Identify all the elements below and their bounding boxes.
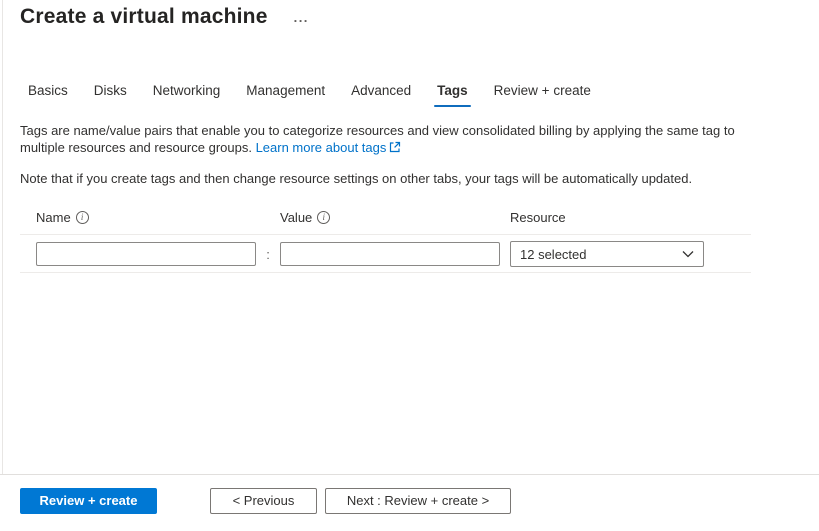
- tags-table: Name i Value i Resource : 12 selected: [0, 210, 819, 273]
- tab-basics[interactable]: Basics: [25, 83, 71, 107]
- tab-advanced[interactable]: Advanced: [348, 83, 414, 107]
- name-column-label: Name: [36, 210, 71, 225]
- tab-review-create[interactable]: Review + create: [491, 83, 594, 107]
- review-create-button[interactable]: Review + create: [20, 488, 157, 514]
- more-options-button[interactable]: ...: [294, 13, 309, 23]
- footer-bar: Review + create < Previous Next : Review…: [0, 474, 819, 531]
- column-header-name: Name i: [36, 210, 256, 225]
- resource-dropdown[interactable]: 12 selected: [510, 241, 704, 267]
- panel-left-border: [2, 0, 3, 474]
- value-column-label: Value: [280, 210, 312, 225]
- resource-dropdown-value: 12 selected: [520, 247, 587, 262]
- tag-row: : 12 selected: [36, 235, 819, 272]
- tag-name-input[interactable]: [36, 242, 256, 266]
- column-header-resource: Resource: [510, 210, 704, 225]
- create-vm-page: Create a virtual machine ... Basics Disk…: [0, 0, 819, 531]
- tags-table-header: Name i Value i Resource: [36, 210, 819, 234]
- column-header-value: Value i: [280, 210, 510, 225]
- tab-bar: Basics Disks Networking Management Advan…: [25, 83, 819, 107]
- tags-description: Tags are name/value pairs that enable yo…: [20, 122, 762, 157]
- next-button[interactable]: Next : Review + create >: [325, 488, 511, 514]
- page-header: Create a virtual machine ...: [0, 0, 819, 29]
- tab-networking[interactable]: Networking: [150, 83, 224, 107]
- info-icon[interactable]: i: [317, 211, 330, 224]
- name-value-separator: :: [256, 247, 280, 262]
- chevron-down-icon: [682, 250, 694, 258]
- tab-disks[interactable]: Disks: [91, 83, 130, 107]
- learn-more-link-label: Learn more about tags: [256, 140, 387, 155]
- tab-management[interactable]: Management: [243, 83, 328, 107]
- external-link-icon: [389, 140, 401, 157]
- tags-note: Note that if you create tags and then ch…: [20, 171, 799, 186]
- tab-tags[interactable]: Tags: [434, 83, 471, 107]
- table-divider-bottom: [20, 272, 751, 273]
- page-title: Create a virtual machine: [20, 5, 268, 29]
- learn-more-link[interactable]: Learn more about tags: [256, 140, 402, 155]
- info-icon[interactable]: i: [76, 211, 89, 224]
- resource-column-label: Resource: [510, 210, 566, 225]
- tag-value-input[interactable]: [280, 242, 500, 266]
- previous-button[interactable]: < Previous: [210, 488, 317, 514]
